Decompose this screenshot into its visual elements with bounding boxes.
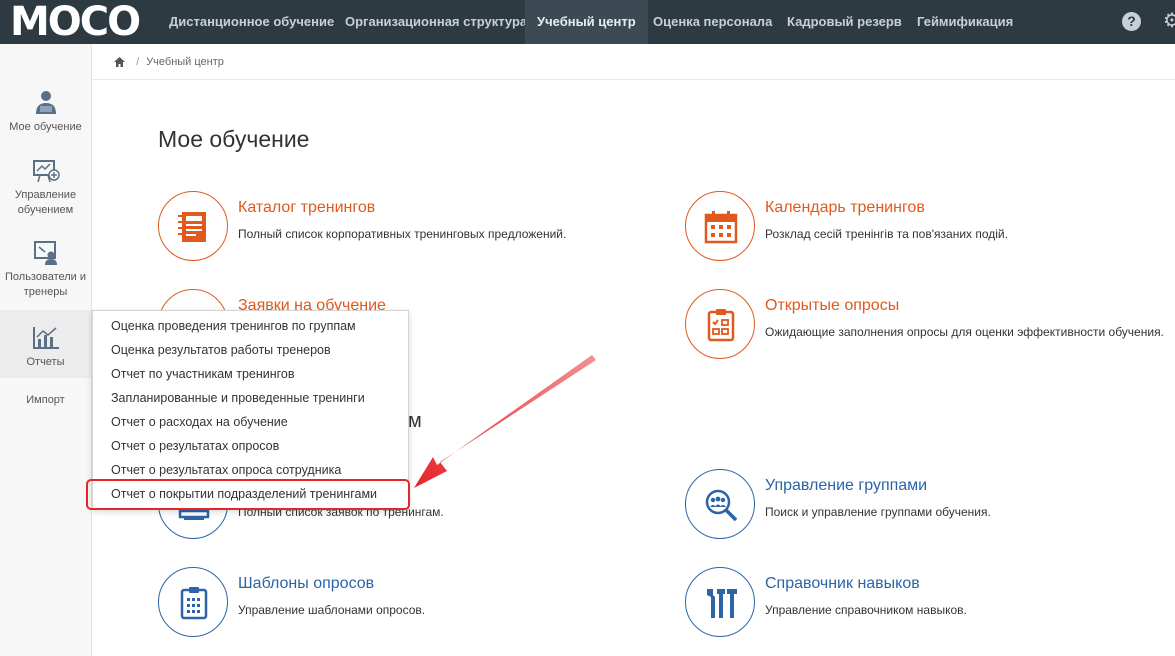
menu-item-expenses-report[interactable]: Отчет о расходах на обучение: [111, 415, 288, 429]
catalog-icon: [158, 191, 228, 261]
tile-title[interactable]: Календарь тренингов: [765, 199, 925, 217]
calendar-icon: [685, 191, 755, 261]
highlight-box: [86, 479, 410, 510]
nav-training-center[interactable]: Учебный центр: [525, 0, 648, 44]
clipboard-icon: [158, 567, 228, 637]
menu-item-trainer-performance[interactable]: Оценка результатов работы тренеров: [111, 343, 331, 357]
tile-description: Управление шаблонами опросов.: [238, 603, 426, 617]
sidebar-item-label: Импорт: [26, 394, 65, 406]
breadcrumb-separator: /: [136, 56, 140, 68]
menu-item-employee-survey-results[interactable]: Отчет о результатах опроса сотрудника: [111, 463, 341, 477]
menu-item-participants-report[interactable]: Отчет по участникам тренингов: [111, 367, 295, 381]
user-board-icon: [33, 241, 57, 265]
home-icon[interactable]: [114, 57, 125, 68]
page-title: Мое обучение: [158, 126, 310, 152]
sidebar-item-my-learning[interactable]: Мое обучение: [0, 90, 91, 135]
section-title-fragment: м: [408, 410, 422, 432]
nav-gamification[interactable]: Геймификация: [905, 0, 1025, 44]
sidebar-item-label: Отчеты: [26, 356, 65, 368]
tile-description: Полный список корпоративных тренинговых …: [238, 227, 567, 241]
tile-title[interactable]: Управление группами: [765, 477, 927, 495]
student-icon: [35, 91, 56, 114]
presentation-icon: [32, 160, 60, 183]
tile-title[interactable]: Справочник навыков: [765, 575, 920, 593]
sidebar-item-training-management[interactable]: Управление обучением: [0, 158, 91, 218]
nav-talent-reserve[interactable]: Кадровый резерв: [775, 0, 914, 44]
tile-title[interactable]: Каталог тренингов: [238, 199, 375, 217]
nav-distance-learning[interactable]: Дистанционное обучение: [157, 0, 346, 44]
menu-item-group-training-evaluation[interactable]: Оценка проведения тренингов по группам: [111, 319, 356, 333]
top-navigation-bar: MOCO Дистанционное обучение Организацион…: [0, 0, 1175, 44]
tile-description: Розклад сесій тренінгів та пов'язаних по…: [765, 227, 1008, 241]
sidebar-item-label: Управление обучением: [14, 189, 77, 216]
nav-personnel-evaluation[interactable]: Оценка персонала: [641, 0, 784, 44]
sidebar-item-label: Пользователи и тренеры: [5, 271, 86, 298]
menu-item-survey-results[interactable]: Отчет о результатах опросов: [111, 439, 279, 453]
tile-description: Управление справочником навыков.: [765, 603, 967, 617]
breadcrumb: / Учебный центр: [92, 44, 1175, 80]
tile-title[interactable]: Шаблоны опросов: [238, 575, 374, 593]
moco-logo[interactable]: MOCO: [10, 2, 141, 42]
help-icon[interactable]: ?: [1122, 12, 1141, 31]
tile-title[interactable]: Открытые опросы: [765, 297, 899, 315]
tile-description: Поиск и управление группами обучения.: [765, 505, 991, 519]
chart-icon: [32, 327, 59, 349]
gear-icon[interactable]: ⚙: [1163, 10, 1175, 32]
menu-item-planned-conducted[interactable]: Запланированные и проведенные тренинги: [111, 391, 365, 405]
nav-org-structure[interactable]: Организационная структура: [333, 0, 539, 44]
left-sidebar: Мое обучение Управление обучением Пользо…: [0, 44, 92, 656]
tools-icon: [685, 567, 755, 637]
sidebar-item-label: Мое обучение: [9, 121, 82, 133]
sidebar-item-import[interactable]: Импорт: [0, 393, 91, 408]
sidebar-item-users-trainers[interactable]: Пользователи и тренеры: [0, 240, 91, 300]
group-search-icon: [685, 469, 755, 539]
survey-icon: [685, 289, 755, 359]
tile-description: Ожидающие заполнения опросы для оценки э…: [765, 325, 1164, 339]
breadcrumb-current: Учебный центр: [146, 56, 224, 68]
sidebar-item-reports[interactable]: Отчеты: [0, 310, 91, 378]
